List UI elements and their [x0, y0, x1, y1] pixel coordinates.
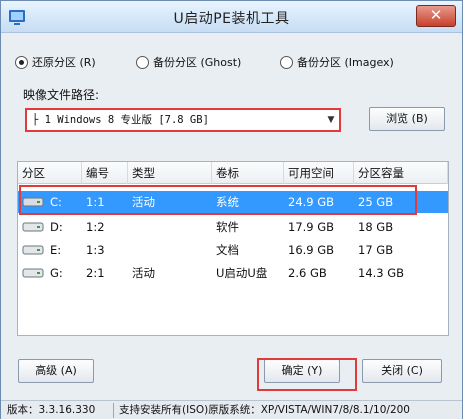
table-row[interactable]: G: 2:1 活动 U启动U盘 2.6 GB 14.3 GB: [18, 262, 448, 284]
cell-type: 活动: [132, 266, 155, 280]
cell-number: 1:2: [86, 220, 105, 234]
close-button[interactable]: 关闭 (C): [362, 359, 442, 383]
title-bar: U启动PE装机工具 ✕: [1, 1, 462, 33]
table-row[interactable]: C: 1:1 活动 系统 24.9 GB 25 GB: [18, 191, 448, 213]
chevron-down-icon[interactable]: ▼: [325, 113, 337, 127]
partition-table: 分区 编号 类型 卷标 可用空间 分区容量 C: 1:1 活动 系统 24.9 …: [17, 161, 449, 336]
image-path-label: 映像文件路径:: [23, 88, 100, 102]
column-header-capacity[interactable]: 分区容量: [354, 162, 448, 184]
cell-capacity: 25 GB: [358, 195, 394, 209]
cell-type: 活动: [132, 195, 155, 209]
cell-capacity: 14.3 GB: [358, 266, 405, 280]
backup-ghost-option-label: 备份分区 (Ghost): [153, 56, 242, 69]
cell-type: [128, 239, 132, 261]
cell-number: 2:1: [86, 266, 105, 280]
radio-unchecked-icon: [136, 55, 149, 69]
cell-free-space: 16.9 GB: [288, 243, 335, 257]
cell-label: 文档: [216, 243, 239, 257]
cell-label: 软件: [216, 220, 239, 234]
restore-option[interactable]: 还原分区 (R): [15, 53, 96, 71]
mode-options: 还原分区 (R) 备份分区 (Ghost) 备份分区 (Imagex): [15, 53, 455, 71]
table-row[interactable]: E: 1:3 文档 16.9 GB 17 GB: [18, 239, 448, 261]
cell-capacity: 17 GB: [358, 243, 394, 257]
advanced-button[interactable]: 高级 (A): [18, 359, 94, 383]
cell-drive: E:: [50, 243, 62, 257]
status-divider: [113, 403, 114, 418]
restore-option-label: 还原分区 (R): [32, 56, 96, 69]
browse-button[interactable]: 浏览 (B): [369, 107, 445, 131]
column-header-partition[interactable]: 分区: [18, 162, 82, 184]
backup-imagex-option[interactable]: 备份分区 (Imagex): [280, 53, 394, 71]
cell-type: [128, 216, 132, 238]
window-close-button[interactable]: ✕: [416, 5, 456, 27]
support-text: 支持安装所有(ISO)原版系统：XP/VISTA/WIN7/8/8.1/10/2…: [119, 404, 410, 416]
cell-drive: C:: [50, 195, 62, 209]
column-header-free-space[interactable]: 可用空间: [284, 162, 354, 184]
usb-drive-icon: [22, 268, 44, 278]
cell-drive: D:: [50, 220, 63, 234]
column-header-type[interactable]: 类型: [128, 162, 212, 184]
hard-drive-icon: [22, 222, 44, 232]
cell-free-space: 17.9 GB: [288, 220, 335, 234]
hard-drive-icon: [22, 245, 44, 255]
window-title: U启动PE装机工具: [173, 11, 290, 27]
table-row[interactable]: D: 1:2 软件 17.9 GB 18 GB: [18, 216, 448, 238]
cell-free-space: 2.6 GB: [288, 266, 327, 280]
column-header-label[interactable]: 卷标: [212, 162, 284, 184]
ok-button[interactable]: 确定 (Y): [264, 359, 340, 383]
cell-number: 1:1: [86, 195, 105, 209]
cell-capacity: 18 GB: [358, 220, 394, 234]
hard-drive-icon: [22, 197, 44, 207]
cell-number: 1:3: [86, 243, 105, 257]
cell-drive: G:: [50, 266, 63, 280]
cell-label: U启动U盘: [216, 266, 268, 280]
version-text: 版本：3.3.16.330: [7, 404, 96, 416]
pe-install-window: U启动PE装机工具 ✕ 还原分区 (R) 备份分区 (Ghost) 备份分区 (…: [0, 0, 463, 419]
cell-free-space: 24.9 GB: [288, 195, 335, 209]
radio-unchecked-icon: [280, 55, 293, 69]
image-path-select[interactable]: ├ 1 Windows 8 专业版 [7.8 GB]: [25, 108, 341, 132]
status-bar: 版本：3.3.16.330 支持安装所有(ISO)原版系统：XP/VISTA/W…: [1, 400, 462, 419]
cell-label: 系统: [216, 195, 239, 209]
column-header-number[interactable]: 编号: [82, 162, 128, 184]
backup-ghost-option[interactable]: 备份分区 (Ghost): [136, 53, 241, 71]
table-header: 分区 编号 类型 卷标 可用空间 分区容量: [18, 162, 448, 184]
backup-imagex-option-label: 备份分区 (Imagex): [297, 56, 394, 69]
radio-checked-icon: [15, 55, 28, 69]
